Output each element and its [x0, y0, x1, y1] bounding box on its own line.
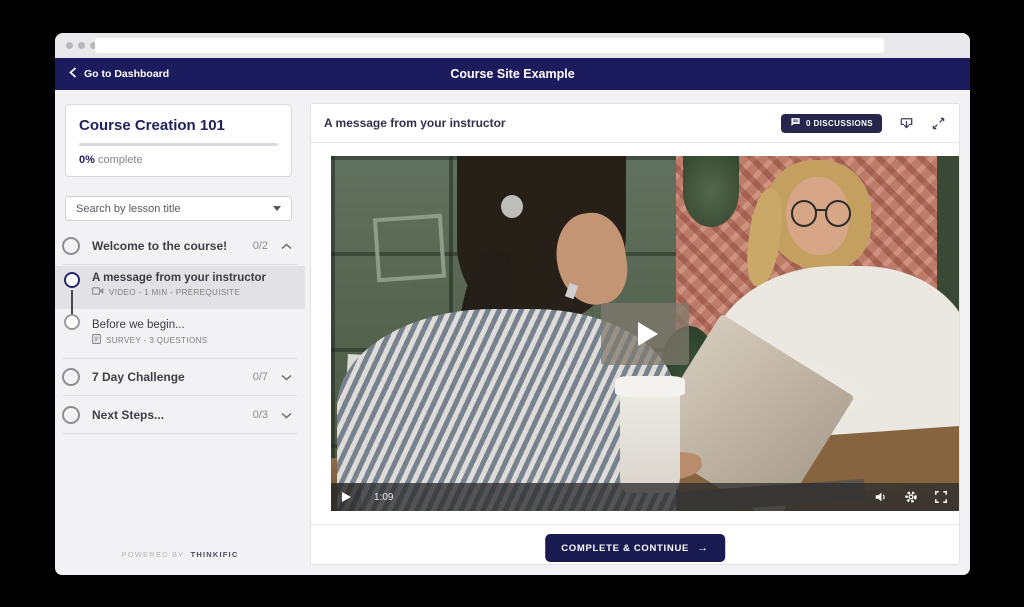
- fullscreen-icon[interactable]: [934, 490, 948, 504]
- window-dot-icon[interactable]: [78, 42, 85, 49]
- lesson-connector-line: [71, 290, 73, 314]
- download-icon[interactable]: [898, 115, 915, 132]
- section-count: 0/3: [252, 409, 268, 421]
- window-dot-icon[interactable]: [66, 42, 73, 49]
- settings-gear-icon[interactable]: [904, 490, 918, 504]
- page-body: Course Creation 101 0% complete Search b…: [55, 90, 970, 575]
- section-count: 0/7: [252, 371, 268, 383]
- sidebar-divider: [63, 395, 297, 396]
- play-triangle-icon: [341, 492, 351, 502]
- course-site-title: Course Site Example: [450, 67, 575, 81]
- lesson-title: Before we begin...: [92, 319, 185, 331]
- sidebar-divider: [63, 264, 297, 265]
- footer-divider: [311, 524, 959, 525]
- thinkific-brand: THINKIFIC: [190, 550, 239, 559]
- section-progress-circle-icon: [62, 406, 80, 424]
- video-player[interactable]: 1:09: [331, 156, 959, 511]
- chevron-up-icon[interactable]: [281, 237, 292, 255]
- video-control-bar: 1:09: [331, 483, 959, 511]
- progress-text: 0% complete: [79, 154, 278, 166]
- section-label: 7 Day Challenge: [92, 370, 185, 384]
- progress-label: complete: [97, 154, 143, 166]
- arrow-right-icon: →: [697, 542, 709, 554]
- lesson-header: A message from your instructor 0 DISCUSS…: [311, 104, 959, 143]
- lesson-item-before-we-begin[interactable]: Before we begin... SURVEY - 3 QUESTIONS: [55, 313, 305, 352]
- powered-by-footer: POWERED BY THINKIFIC: [55, 550, 305, 559]
- chevron-down-icon[interactable]: [281, 406, 292, 424]
- section-next-steps[interactable]: Next Steps... 0/3: [55, 401, 305, 429]
- section-progress-circle-icon: [62, 368, 80, 386]
- photo-plant: [682, 156, 740, 227]
- complete-continue-button[interactable]: COMPLETE & CONTINUE →: [545, 534, 725, 562]
- photo-scrunchie: [500, 195, 523, 219]
- top-nav: Go to Dashboard Course Site Example: [55, 58, 970, 90]
- discussions-button[interactable]: 0 DISCUSSIONS: [781, 113, 882, 133]
- window-control-dots[interactable]: [66, 42, 97, 49]
- section-welcome[interactable]: Welcome to the course! 0/2: [55, 232, 305, 260]
- play-triangle-icon: [638, 321, 658, 346]
- chevron-down-icon[interactable]: [281, 368, 292, 386]
- section-label: Next Steps...: [92, 408, 165, 422]
- lesson-panel: A message from your instructor 0 DISCUSS…: [310, 103, 960, 565]
- chat-bubble-icon: [790, 117, 801, 129]
- lesson-header-actions: 0 DISCUSSIONS: [781, 113, 946, 133]
- progress-percent: 0%: [79, 154, 95, 166]
- powered-by-label: POWERED BY: [121, 550, 185, 559]
- lesson-title: A message from your instructor: [92, 272, 267, 284]
- photo-glasses: [790, 200, 818, 227]
- expand-arrows-icon[interactable]: [931, 116, 946, 131]
- sidebar-divider: [63, 433, 297, 434]
- sidebar-divider: [63, 358, 297, 359]
- section-progress-circle-icon: [62, 237, 80, 255]
- caret-down-icon: [273, 206, 281, 211]
- photo-glasses: [816, 209, 826, 212]
- photo-coffee-cup-lid: [615, 376, 685, 398]
- lesson-search-placeholder: Search by lesson title: [76, 202, 181, 215]
- browser-window: Go to Dashboard Course Site Example Cour…: [55, 33, 970, 575]
- survey-doc-icon: [92, 334, 101, 346]
- volume-icon[interactable]: [874, 490, 888, 504]
- lesson-progress-circle-icon: [64, 314, 80, 330]
- discussions-count-label: 0 DISCUSSIONS: [806, 118, 873, 128]
- photo-picture-frame: [372, 214, 447, 283]
- browser-chrome: [55, 33, 970, 58]
- lesson-meta-text: SURVEY - 3 QUESTIONS: [106, 335, 208, 345]
- course-progress-card: Course Creation 101 0% complete: [65, 104, 292, 177]
- lesson-progress-circle-icon: [64, 272, 80, 288]
- play-overlay-button[interactable]: [601, 302, 689, 365]
- video-camera-icon: [91, 287, 104, 297]
- section-label: Welcome to the course!: [92, 239, 228, 253]
- section-7-day-challenge[interactable]: 7 Day Challenge 0/7: [55, 363, 305, 391]
- course-sidebar: Course Creation 101 0% complete Search b…: [55, 90, 305, 575]
- lesson-item-message-instructor[interactable]: A message from your instructor VIDEO - 1…: [55, 266, 305, 309]
- lesson-meta-text: VIDEO - 1 MIN - PREREQUISITE: [109, 287, 241, 297]
- lesson-search-select[interactable]: Search by lesson title: [65, 196, 292, 221]
- complete-continue-label: COMPLETE & CONTINUE: [561, 542, 690, 554]
- lesson-meta: VIDEO - 1 MIN - PREREQUISITE: [91, 287, 295, 297]
- video-current-time: 1:09: [374, 491, 394, 503]
- course-title: Course Creation 101: [79, 117, 225, 134]
- section-count: 0/2: [252, 240, 268, 252]
- lesson-page-title: A message from your instructor: [324, 116, 506, 130]
- address-bar[interactable]: [95, 38, 884, 53]
- lesson-meta: SURVEY - 3 QUESTIONS: [92, 334, 295, 346]
- photo-glasses: [824, 200, 851, 227]
- play-button[interactable]: [331, 483, 361, 511]
- progress-bar: [79, 143, 278, 146]
- video-right-controls: [874, 490, 948, 504]
